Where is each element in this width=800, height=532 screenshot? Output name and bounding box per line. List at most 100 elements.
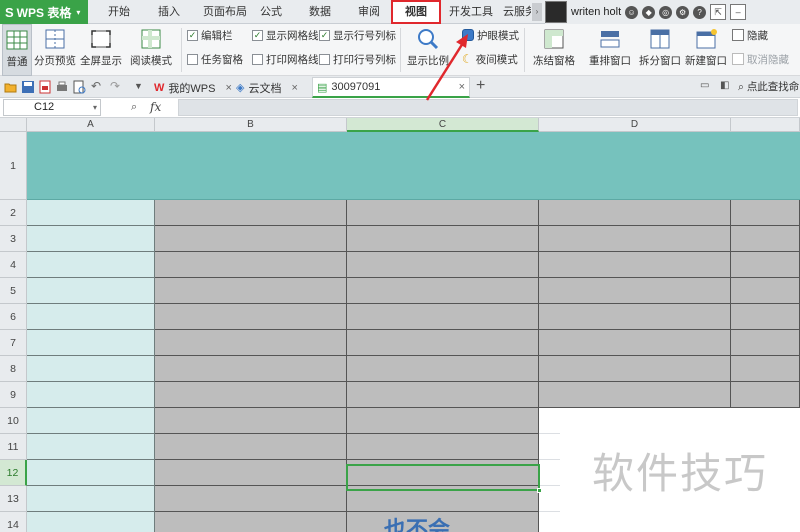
cell-E1[interactable] [731, 132, 800, 200]
print-headings-checkbox[interactable]: ✓打印行号列标 [319, 51, 396, 67]
redo-icon[interactable]: ↷ [110, 79, 124, 93]
avatar[interactable] [545, 1, 567, 23]
doc-tab-cloud-docs[interactable]: ◈ 云文档 × [232, 77, 302, 98]
screen-icon[interactable]: ▭ [700, 80, 714, 94]
reading-mode-button[interactable]: 阅读模式 [126, 24, 176, 76]
sidebar-toggle-icon[interactable]: ◧ [720, 80, 734, 94]
cell-D6[interactable] [539, 304, 731, 330]
cell-B5[interactable] [155, 278, 347, 304]
tab-insert[interactable]: 插入 [152, 0, 186, 24]
cell-A13[interactable] [27, 486, 155, 512]
cell-B2[interactable] [155, 200, 347, 226]
cell-A9[interactable] [27, 382, 155, 408]
show-headings-checkbox[interactable]: ✓ 显示行号列标 [319, 27, 396, 43]
column-header-b[interactable]: B [155, 118, 347, 132]
new-window-button[interactable]: 新建窗口 [684, 24, 728, 76]
name-box[interactable]: C12 ▾ [3, 99, 101, 116]
formula-input[interactable] [178, 99, 798, 116]
cell-E8[interactable] [731, 356, 800, 382]
cell-A1[interactable] [27, 132, 155, 200]
skin-icon[interactable]: ◆ [642, 5, 656, 19]
column-header-c[interactable]: C [347, 118, 539, 132]
cell-D9[interactable] [539, 382, 731, 408]
cell-D4[interactable] [539, 252, 731, 278]
cell-E9[interactable] [731, 382, 800, 408]
minimize-icon[interactable]: ‒ [730, 4, 747, 20]
row-header-8[interactable]: 8 [0, 356, 27, 382]
print-gridlines-checkbox[interactable]: ✓打印网格线 [252, 51, 319, 67]
row-header-9[interactable]: 9 [0, 382, 27, 408]
cell-D7[interactable] [539, 330, 731, 356]
cell-C7[interactable] [347, 330, 539, 356]
export-pdf-icon[interactable] [38, 80, 52, 94]
cell-C9[interactable] [347, 382, 539, 408]
page-break-preview-button[interactable]: 分页预览 [34, 24, 76, 76]
doc-tab-my-wps[interactable]: W 我的WPS × [150, 77, 236, 98]
cell-B3[interactable] [155, 226, 347, 252]
user-name[interactable]: writen holt [571, 6, 621, 18]
fill-handle[interactable] [537, 488, 542, 493]
cell-A5[interactable] [27, 278, 155, 304]
cell-E4[interactable] [731, 252, 800, 278]
row-header-14[interactable]: 14 [0, 512, 27, 532]
tab-formulas[interactable]: 公式 [254, 0, 288, 24]
zoom-icon[interactable]: ⌕ [131, 101, 137, 114]
close-icon[interactable]: × [291, 82, 297, 94]
cell-D5[interactable] [539, 278, 731, 304]
cell-E2[interactable] [731, 200, 800, 226]
row-header-12[interactable]: 12 [0, 460, 27, 486]
cell-B6[interactable] [155, 304, 347, 330]
cell-A2[interactable] [27, 200, 155, 226]
zoom-button[interactable]: 显示比例 [404, 24, 452, 76]
cell-B12[interactable] [155, 460, 347, 486]
cell-C3[interactable] [347, 226, 539, 252]
cell-A10[interactable] [27, 408, 155, 434]
row-header-1[interactable]: 1 [0, 132, 27, 200]
split-window-button[interactable]: 拆分窗口 [638, 24, 682, 76]
cell-B8[interactable] [155, 356, 347, 382]
print-icon[interactable] [55, 80, 69, 94]
cell-B14[interactable] [155, 512, 347, 532]
share-icon[interactable]: ◎ [659, 5, 673, 19]
cell-A6[interactable] [27, 304, 155, 330]
cell-A12[interactable] [27, 460, 155, 486]
cell-C11[interactable] [347, 434, 539, 460]
active-cell-c12[interactable] [346, 464, 542, 493]
save-icon[interactable] [21, 80, 35, 94]
formula-bar-checkbox[interactable]: ✓ 编辑栏 [187, 27, 233, 43]
column-header-a[interactable]: A [27, 118, 155, 132]
customize-toolbar-icon[interactable]: ▼ [134, 81, 148, 95]
close-icon[interactable]: × [459, 81, 465, 93]
night-mode-button[interactable]: ☾ 夜间模式 [462, 51, 518, 67]
smiley-icon[interactable]: ☺ [625, 5, 639, 19]
cell-B13[interactable] [155, 486, 347, 512]
new-tab-icon[interactable]: + [476, 77, 485, 95]
cell-B7[interactable] [155, 330, 347, 356]
full-screen-button[interactable]: 全屏显示 [80, 24, 122, 76]
column-header-d[interactable]: D [539, 118, 731, 132]
cell-E7[interactable] [731, 330, 800, 356]
cell-B11[interactable] [155, 434, 347, 460]
tab-review[interactable]: 审阅 [352, 0, 386, 24]
select-all-corner[interactable] [0, 118, 27, 132]
tab-home[interactable]: 开始 [102, 0, 136, 24]
tab-view[interactable]: 视图 [391, 0, 441, 24]
cell-A3[interactable] [27, 226, 155, 252]
cell-C1[interactable] [347, 132, 539, 200]
print-preview-icon[interactable] [72, 80, 86, 94]
tab-cloud[interactable]: 云服务 [503, 0, 531, 24]
cell-C2[interactable] [347, 200, 539, 226]
row-header-2[interactable]: 2 [0, 200, 27, 226]
open-folder-icon[interactable] [4, 80, 18, 94]
app-menu-button[interactable]: S WPS 表格 ▾ [0, 0, 88, 24]
eye-protection-button[interactable]: 护眼模式 [462, 27, 519, 43]
chevron-down-icon[interactable]: ▾ [93, 100, 97, 115]
cell-C10[interactable] [347, 408, 539, 434]
task-pane-checkbox[interactable]: ✓任务窗格 [187, 51, 243, 67]
spreadsheet-grid[interactable]: A B C D 1 2 3 4 5 6 7 8 9 10 11 12 13 14 也不会 软件技巧 [0, 118, 800, 532]
row-header-13[interactable]: 13 [0, 486, 27, 512]
cell-A7[interactable] [27, 330, 155, 356]
command-search[interactable]: ⌕ 点此查找命 [738, 79, 799, 94]
cell-E3[interactable] [731, 226, 800, 252]
cell-E5[interactable] [731, 278, 800, 304]
